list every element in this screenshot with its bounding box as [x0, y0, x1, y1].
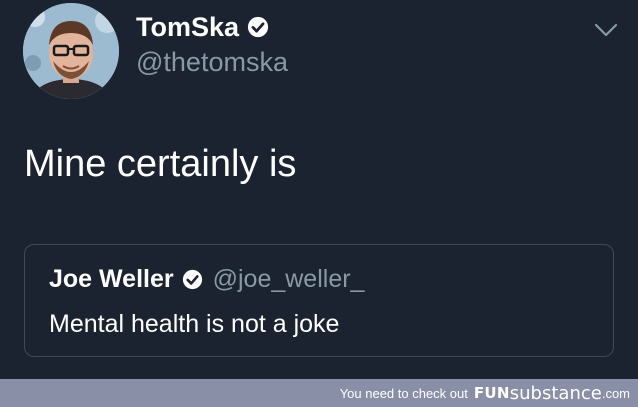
- author-display-name[interactable]: TomSka: [136, 11, 239, 43]
- chevron-down-icon[interactable]: [594, 23, 618, 37]
- verified-badge-icon: [247, 16, 269, 38]
- watermark-content: You need to check out FUN substance .com: [340, 379, 630, 407]
- avatar[interactable]: [23, 3, 119, 99]
- quoted-tweet[interactable]: Joe Weller @joe_weller_ Mental health is…: [24, 244, 614, 357]
- quoted-author-row: Joe Weller @joe_weller_: [49, 263, 364, 295]
- quoted-author-handle: @joe_weller_: [212, 265, 365, 293]
- author-name-row: TomSka: [136, 11, 269, 43]
- quoted-tweet-text: Mental health is not a joke: [49, 310, 340, 338]
- watermark-brand-tld: .com: [601, 385, 630, 401]
- watermark-brand-fun: FUN: [473, 384, 510, 402]
- verified-badge-icon: [182, 269, 202, 289]
- author-handle[interactable]: @thetomska: [136, 46, 288, 78]
- watermark-brand-substance: substance: [509, 382, 602, 404]
- tweet-text: Mine certainly is: [24, 143, 297, 185]
- avatar-image: [23, 3, 119, 99]
- quoted-author-display-name: Joe Weller: [49, 265, 174, 293]
- watermark-text: You need to check out: [339, 385, 468, 401]
- watermark-footer: You need to check out FUN substance .com: [0, 379, 638, 407]
